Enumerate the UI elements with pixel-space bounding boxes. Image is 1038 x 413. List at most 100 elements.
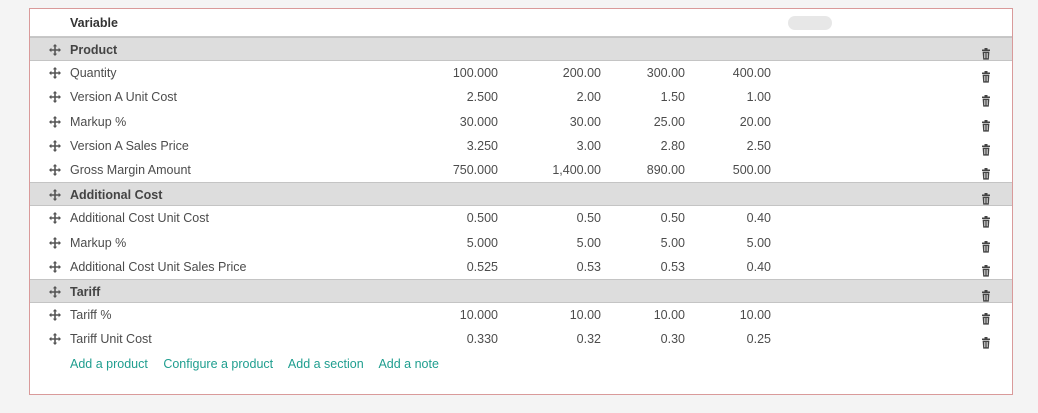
table-row[interactable]: Additional Cost Unit Cost 0.500 0.50 0.50 0.… <box>30 206 1012 230</box>
section-row[interactable]: Additional Cost <box>30 182 1012 207</box>
add-note-link[interactable]: Add a note <box>378 357 438 371</box>
section-row[interactable]: Tariff <box>30 278 1012 304</box>
trash-icon[interactable] <box>980 164 992 180</box>
row-label[interactable]: Version A Unit Cost <box>70 85 177 109</box>
cell-value-3[interactable]: 0.53 <box>661 255 685 279</box>
section-row[interactable]: Product <box>30 37 1012 62</box>
drag-handle-icon[interactable] <box>48 110 62 134</box>
table-row[interactable]: Markup % 5.000 5.00 5.00 5.00 <box>30 231 1012 255</box>
row-label[interactable]: Tariff Unit Cost <box>70 327 152 351</box>
cell-value-1[interactable]: 100.000 <box>453 61 498 85</box>
configure-product-link[interactable]: Configure a product <box>163 357 273 371</box>
drag-handle-icon[interactable] <box>48 280 62 304</box>
cell-value-1[interactable]: 750.000 <box>453 158 498 182</box>
cell-value-1[interactable]: 3.250 <box>467 134 498 158</box>
row-label[interactable]: Gross Margin Amount <box>70 158 191 182</box>
cell-value-2[interactable]: 30.00 <box>570 110 601 134</box>
table-row[interactable]: Tariff Unit Cost 0.330 0.32 0.30 0.25 <box>30 327 1012 351</box>
drag-handle-icon[interactable] <box>48 255 62 279</box>
cell-value-3[interactable]: 5.00 <box>661 231 685 255</box>
table-row[interactable]: Gross Margin Amount 750.000 1,400.00 890.00… <box>30 158 1012 182</box>
trash-icon[interactable] <box>980 116 992 132</box>
table-row[interactable]: Version A Unit Cost 2.500 2.00 1.50 1.00 <box>30 85 1012 109</box>
trash-icon[interactable] <box>980 44 992 60</box>
cell-value-2[interactable]: 0.53 <box>577 255 601 279</box>
cell-value-4[interactable]: 2.50 <box>747 134 771 158</box>
row-label[interactable]: Additional Cost <box>70 183 162 207</box>
drag-handle-icon[interactable] <box>48 231 62 255</box>
drag-handle-icon[interactable] <box>48 134 62 158</box>
cell-value-3[interactable]: 0.30 <box>661 327 685 351</box>
row-label[interactable]: Tariff <box>70 280 100 304</box>
cell-value-2[interactable]: 0.32 <box>577 327 601 351</box>
cell-value-2[interactable]: 5.00 <box>577 231 601 255</box>
cell-value-1[interactable]: 2.500 <box>467 85 498 109</box>
cell-value-4[interactable]: 20.00 <box>740 110 771 134</box>
cell-value-1[interactable]: 5.000 <box>467 231 498 255</box>
add-section-link[interactable]: Add a section <box>288 357 364 371</box>
row-label[interactable]: Tariff % <box>70 303 111 327</box>
cell-value-4[interactable]: 0.25 <box>747 327 771 351</box>
drag-handle-icon[interactable] <box>48 303 62 327</box>
trash-icon[interactable] <box>980 91 992 107</box>
cell-value-4[interactable]: 0.40 <box>747 255 771 279</box>
column-header-variable: Variable <box>70 16 118 30</box>
cell-value-4[interactable]: 0.40 <box>747 206 771 230</box>
cell-value-1[interactable]: 0.330 <box>467 327 498 351</box>
row-label[interactable]: Additional Cost Unit Cost <box>70 206 209 230</box>
table-row[interactable]: Markup % 30.000 30.00 25.00 20.00 <box>30 110 1012 134</box>
cell-value-4[interactable]: 400.00 <box>733 61 771 85</box>
cell-value-2[interactable]: 200.00 <box>563 61 601 85</box>
cell-value-2[interactable]: 0.50 <box>577 206 601 230</box>
drag-handle-icon[interactable] <box>48 327 62 351</box>
trash-icon[interactable] <box>980 333 992 349</box>
trash-icon[interactable] <box>980 140 992 156</box>
cell-value-2[interactable]: 10.00 <box>570 303 601 327</box>
cell-value-1[interactable]: 30.000 <box>460 110 498 134</box>
trash-icon[interactable] <box>980 286 992 302</box>
cell-value-3[interactable]: 890.00 <box>647 158 685 182</box>
cell-value-1[interactable]: 10.000 <box>460 303 498 327</box>
cell-value-3[interactable]: 2.80 <box>661 134 685 158</box>
row-label[interactable]: Additional Cost Unit Sales Price <box>70 255 246 279</box>
table-row[interactable]: Additional Cost Unit Sales Price 0.525 0.5… <box>30 255 1012 279</box>
trash-icon[interactable] <box>980 189 992 205</box>
order-lines-panel: Variable Product Quantity 100.000 200.00 300… <box>29 8 1013 395</box>
cell-value-4[interactable]: 10.00 <box>740 303 771 327</box>
cell-value-4[interactable]: 5.00 <box>747 231 771 255</box>
trash-icon[interactable] <box>980 309 992 325</box>
cell-value-3[interactable]: 0.50 <box>661 206 685 230</box>
cell-value-3[interactable]: 25.00 <box>654 110 685 134</box>
drag-handle-icon[interactable] <box>48 183 62 207</box>
trash-icon[interactable] <box>980 261 992 277</box>
cell-value-3[interactable]: 300.00 <box>647 61 685 85</box>
row-label[interactable]: Quantity <box>70 61 117 85</box>
drag-handle-icon[interactable] <box>48 85 62 109</box>
add-product-link[interactable]: Add a product <box>70 357 148 371</box>
cell-value-2[interactable]: 1,400.00 <box>552 158 601 182</box>
drag-handle-icon[interactable] <box>48 158 62 182</box>
row-label[interactable]: Markup % <box>70 110 126 134</box>
cell-value-3[interactable]: 10.00 <box>654 303 685 327</box>
drag-handle-icon[interactable] <box>48 61 62 85</box>
table-row[interactable]: Quantity 100.000 200.00 300.00 400.00 <box>30 61 1012 85</box>
table-row[interactable]: Tariff % 10.000 10.00 10.00 10.00 <box>30 303 1012 327</box>
cell-value-1[interactable]: 0.500 <box>467 206 498 230</box>
trash-icon[interactable] <box>980 237 992 253</box>
cell-value-1[interactable]: 0.525 <box>467 255 498 279</box>
row-label[interactable]: Product <box>70 38 117 62</box>
column-header-placeholder <box>788 16 832 30</box>
drag-handle-icon[interactable] <box>48 206 62 230</box>
table-row[interactable]: Version A Sales Price 3.250 3.00 2.80 2.50 <box>30 134 1012 158</box>
cell-value-3[interactable]: 1.50 <box>661 85 685 109</box>
trash-icon[interactable] <box>980 212 992 228</box>
trash-icon[interactable] <box>980 67 992 83</box>
drag-handle-icon[interactable] <box>48 38 62 62</box>
cell-value-2[interactable]: 3.00 <box>577 134 601 158</box>
line-actions: Add a product Configure a product Add a … <box>30 351 1012 377</box>
cell-value-2[interactable]: 2.00 <box>577 85 601 109</box>
row-label[interactable]: Version A Sales Price <box>70 134 189 158</box>
cell-value-4[interactable]: 500.00 <box>733 158 771 182</box>
row-label[interactable]: Markup % <box>70 231 126 255</box>
cell-value-4[interactable]: 1.00 <box>747 85 771 109</box>
